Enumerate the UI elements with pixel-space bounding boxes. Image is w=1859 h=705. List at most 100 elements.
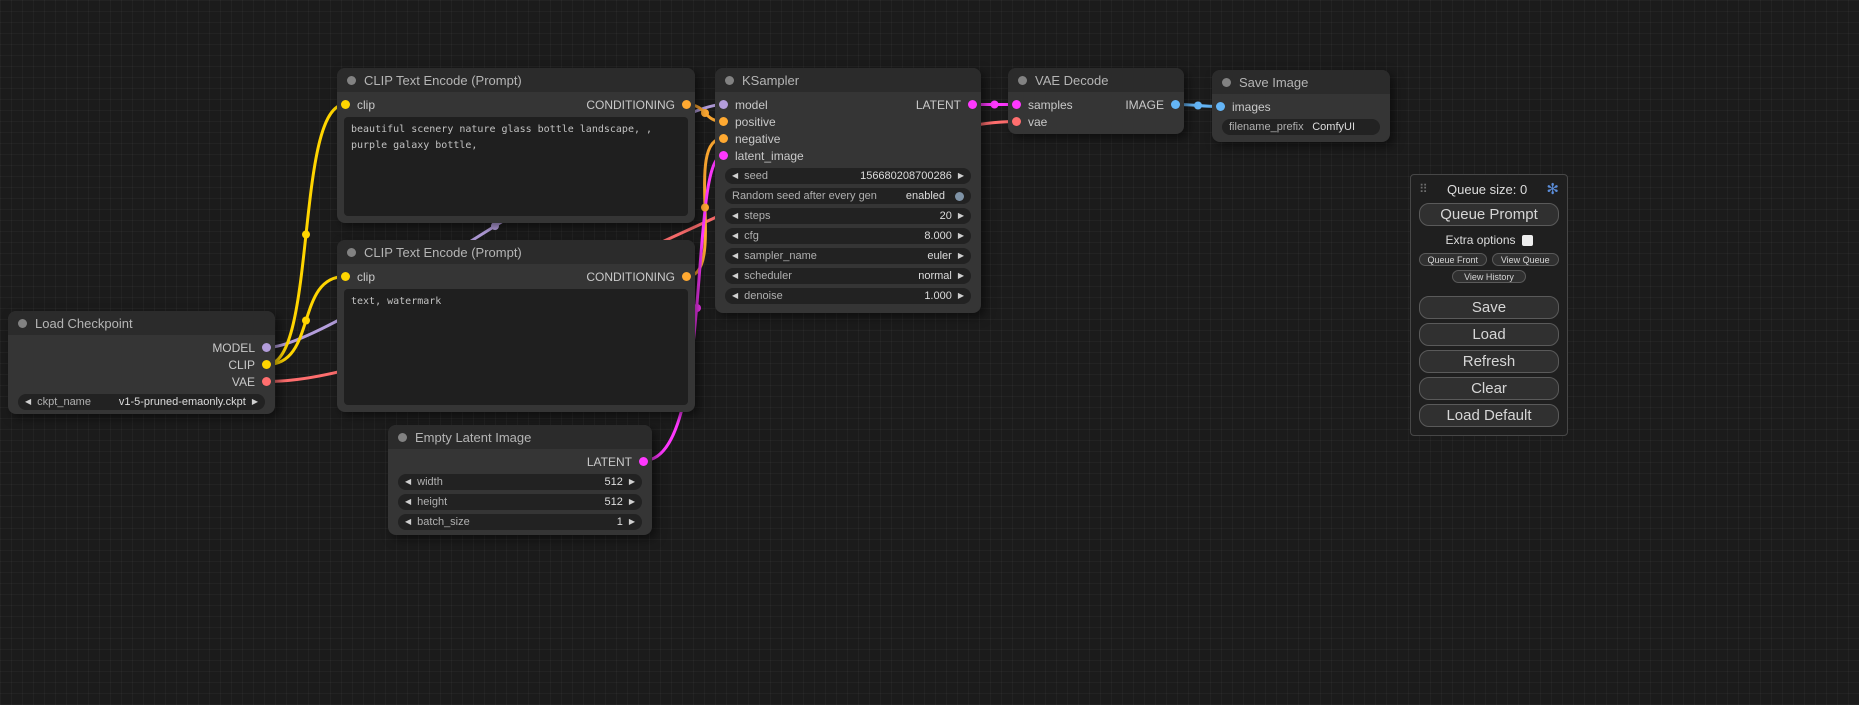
input-dot-samples[interactable] — [1012, 100, 1021, 109]
slot-label: samples — [1028, 98, 1073, 112]
collapse-toggle-icon[interactable] — [347, 248, 356, 257]
increment-arrow-icon[interactable]: ▶ — [252, 398, 258, 406]
increment-arrow-icon[interactable]: ▶ — [958, 252, 964, 260]
drag-handle-icon[interactable]: ⠿ — [1419, 182, 1428, 196]
decrement-arrow-icon[interactable]: ◀ — [732, 232, 738, 240]
node-title-bar[interactable]: Empty Latent Image — [388, 425, 652, 449]
node-ksampler[interactable]: KSampler model LATENT positive — [715, 68, 981, 313]
collapse-toggle-icon[interactable] — [1222, 78, 1231, 87]
prompt-textarea[interactable]: text, watermark — [344, 289, 688, 405]
output-dot-latent[interactable] — [968, 100, 977, 109]
save-button[interactable]: Save — [1419, 296, 1559, 319]
slot-row: latent_image — [715, 147, 981, 164]
node-title-bar[interactable]: Save Image — [1212, 70, 1390, 94]
decrement-arrow-icon[interactable]: ◀ — [405, 518, 411, 526]
increment-arrow-icon[interactable]: ▶ — [958, 292, 964, 300]
widget-random-seed-toggle[interactable]: Random seed after every gen enabled — [725, 188, 971, 204]
decrement-arrow-icon[interactable]: ◀ — [405, 498, 411, 506]
decrement-arrow-icon[interactable]: ◀ — [732, 272, 738, 280]
queue-prompt-button[interactable]: Queue Prompt — [1419, 203, 1559, 226]
widget-height[interactable]: ◀ height 512 ▶ — [398, 494, 642, 510]
extra-options-checkbox[interactable] — [1522, 235, 1533, 246]
input-dot-latent-image[interactable] — [719, 151, 728, 160]
collapse-toggle-icon[interactable] — [18, 319, 27, 328]
input-dot-negative[interactable] — [719, 134, 728, 143]
widget-value: enabled — [906, 190, 945, 202]
input-dot-vae[interactable] — [1012, 117, 1021, 126]
collapse-toggle-icon[interactable] — [398, 433, 407, 442]
output-dot-vae[interactable] — [262, 377, 271, 386]
load-button[interactable]: Load — [1419, 323, 1559, 346]
slot-row: samples IMAGE — [1008, 96, 1184, 113]
node-load-checkpoint[interactable]: Load Checkpoint MODEL CLIP VAE — [8, 311, 275, 414]
output-dot-latent[interactable] — [639, 457, 648, 466]
increment-arrow-icon[interactable]: ▶ — [629, 498, 635, 506]
input-dot-clip[interactable] — [341, 272, 350, 281]
clear-button[interactable]: Clear — [1419, 377, 1559, 400]
widget-filename-prefix[interactable]: filename_prefix ComfyUI — [1222, 119, 1380, 135]
output-slot-model: MODEL — [212, 341, 271, 355]
increment-arrow-icon[interactable]: ▶ — [958, 272, 964, 280]
increment-arrow-icon[interactable]: ▶ — [958, 212, 964, 220]
output-slot-latent: LATENT — [916, 98, 977, 112]
node-clip-text-encode-positive[interactable]: CLIP Text Encode (Prompt) clip CONDITION… — [337, 68, 695, 223]
load-default-button[interactable]: Load Default — [1419, 404, 1559, 427]
node-title: CLIP Text Encode (Prompt) — [364, 73, 522, 88]
input-dot-clip[interactable] — [341, 100, 350, 109]
widget-width[interactable]: ◀ width 512 ▶ — [398, 474, 642, 490]
slot-label: CONDITIONING — [586, 98, 675, 112]
widget-steps[interactable]: ◀ steps 20 ▶ — [725, 208, 971, 224]
increment-arrow-icon[interactable]: ▶ — [958, 172, 964, 180]
prompt-textarea[interactable]: beautiful scenery nature glass bottle la… — [344, 117, 688, 216]
view-history-button[interactable]: View History — [1452, 270, 1526, 283]
widget-label: filename_prefix — [1229, 121, 1304, 133]
input-dot-positive[interactable] — [719, 117, 728, 126]
decrement-arrow-icon[interactable]: ◀ — [405, 478, 411, 486]
refresh-button[interactable]: Refresh — [1419, 350, 1559, 373]
collapse-toggle-icon[interactable] — [347, 76, 356, 85]
decrement-arrow-icon[interactable]: ◀ — [732, 292, 738, 300]
widget-scheduler[interactable]: ◀ scheduler normal ▶ — [725, 268, 971, 284]
widget-ckpt-name[interactable]: ◀ ckpt_name v1-5-pruned-emaonly.ckpt ▶ — [18, 394, 265, 410]
output-dot-conditioning[interactable] — [682, 100, 691, 109]
toggle-state-dot[interactable] — [955, 192, 964, 201]
node-title-bar[interactable]: CLIP Text Encode (Prompt) — [337, 68, 695, 92]
widget-denoise[interactable]: ◀ denoise 1.000 ▶ — [725, 288, 971, 304]
output-dot-image[interactable] — [1171, 100, 1180, 109]
input-dot-model[interactable] — [719, 100, 728, 109]
decrement-arrow-icon[interactable]: ◀ — [732, 212, 738, 220]
node-title-bar[interactable]: KSampler — [715, 68, 981, 92]
widget-sampler-name[interactable]: ◀ sampler_name euler ▶ — [725, 248, 971, 264]
link-midpoint-dot — [1194, 102, 1202, 110]
node-title-bar[interactable]: CLIP Text Encode (Prompt) — [337, 240, 695, 264]
decrement-arrow-icon[interactable]: ◀ — [25, 398, 31, 406]
node-clip-text-encode-negative[interactable]: CLIP Text Encode (Prompt) clip CONDITION… — [337, 240, 695, 412]
collapse-toggle-icon[interactable] — [725, 76, 734, 85]
node-title-bar[interactable]: VAE Decode — [1008, 68, 1184, 92]
slot-label: MODEL — [212, 341, 255, 355]
widget-cfg[interactable]: ◀ cfg 8.000 ▶ — [725, 228, 971, 244]
output-dot-conditioning[interactable] — [682, 272, 691, 281]
widget-label: scheduler — [744, 270, 792, 282]
increment-arrow-icon[interactable]: ▶ — [958, 232, 964, 240]
increment-arrow-icon[interactable]: ▶ — [629, 478, 635, 486]
output-dot-model[interactable] — [262, 343, 271, 352]
widget-batch-size[interactable]: ◀ batch_size 1 ▶ — [398, 514, 642, 530]
increment-arrow-icon[interactable]: ▶ — [629, 518, 635, 526]
input-dot-images[interactable] — [1216, 102, 1225, 111]
settings-gear-icon[interactable]: ✻ — [1546, 180, 1559, 198]
node-title-bar[interactable]: Load Checkpoint — [8, 311, 275, 335]
node-empty-latent-image[interactable]: Empty Latent Image LATENT ◀ width 512 ▶ … — [388, 425, 652, 535]
slot-label: model — [735, 98, 768, 112]
widget-value: normal — [918, 270, 952, 282]
decrement-arrow-icon[interactable]: ◀ — [732, 172, 738, 180]
collapse-toggle-icon[interactable] — [1018, 76, 1027, 85]
comfyui-node-canvas[interactable]: Load Checkpoint MODEL CLIP VAE — [0, 0, 1859, 705]
decrement-arrow-icon[interactable]: ◀ — [732, 252, 738, 260]
node-save-image[interactable]: Save Image images filename_prefix ComfyU… — [1212, 70, 1390, 142]
queue-front-button[interactable]: Queue Front — [1419, 253, 1487, 266]
node-vae-decode[interactable]: VAE Decode samples IMAGE vae — [1008, 68, 1184, 134]
view-queue-button[interactable]: View Queue — [1492, 253, 1560, 266]
output-dot-clip[interactable] — [262, 360, 271, 369]
widget-seed[interactable]: ◀ seed 156680208700286 ▶ — [725, 168, 971, 184]
